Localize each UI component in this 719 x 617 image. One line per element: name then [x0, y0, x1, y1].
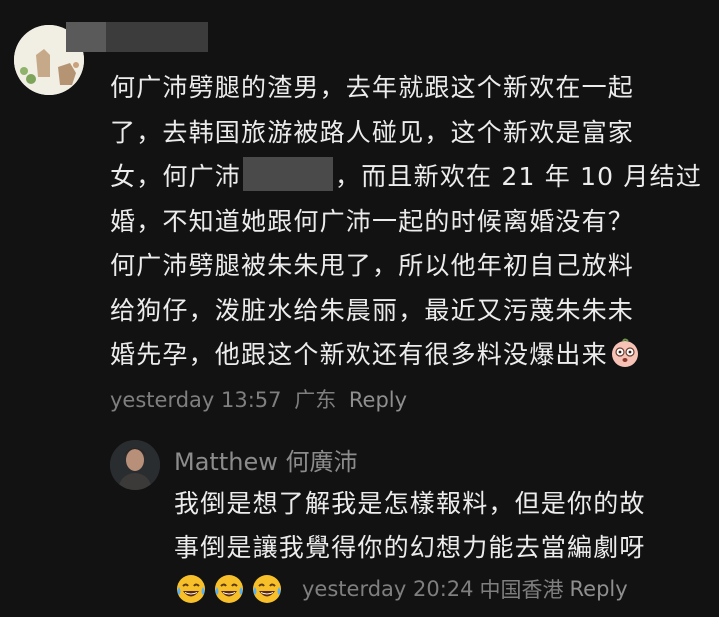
comment-line-part: 婚先孕，他跟这个新欢还有很多料没爆出来: [110, 340, 608, 369]
reply-button[interactable]: Reply: [349, 388, 407, 412]
reply-author-name[interactable]: Matthew 何廣沛: [174, 442, 357, 477]
comment-line: 了，去韩国旅游被路人碰见，这个新欢是富家: [110, 117, 635, 147]
comment-line: 何广沛劈腿的渣男，去年就跟这个新欢在一起: [110, 73, 635, 102]
tears-of-joy-icon: [177, 575, 205, 603]
shocked-face-icon: [611, 338, 638, 367]
reply-button[interactable]: Reply: [570, 577, 628, 601]
comment-location: 广东: [294, 388, 337, 412]
comment-line: 婚先孕，他跟这个新欢还有很多料没爆出来: [110, 333, 700, 378]
tears-of-joy-icon: [253, 575, 281, 603]
redacted-username: [66, 22, 208, 52]
comment-line-part: ，而且新欢在 21 年 10 月结过: [335, 162, 703, 191]
comment-line: 女，何广沛 ，而且新欢在 21 年 10 月结过: [110, 155, 703, 200]
comment-line-part: 女，何广沛: [110, 162, 242, 191]
comment-line: 婚，不知道她跟何广沛一起的时候离婚没有？: [110, 206, 635, 236]
reply-body: 我倒是想了解我是怎樣報料，但是你的故 事倒是讓我覺得你的幻想力能去當編劇呀: [174, 482, 704, 570]
person-photo-icon: [110, 440, 160, 490]
reply-line: 我倒是想了解我是怎樣報料，但是你的故: [174, 489, 646, 518]
reply-location: 中国香港: [479, 578, 564, 602]
comment-line: 何广沛劈腿被朱朱甩了，所以他年初自己放料: [110, 251, 635, 280]
tears-of-joy-icon: [215, 575, 243, 603]
comment-meta: yesterday 13:57 广东 Reply: [110, 384, 413, 414]
comment-time: yesterday 13:57: [110, 388, 282, 412]
redacted-text-block: [243, 157, 334, 191]
reply-line: 事倒是讓我覺得你的幻想力能去當編劇呀: [174, 533, 646, 562]
comment-body: 何广沛劈腿的渣男，去年就跟这个新欢在一起 了，去韩国旅游被路人碰见，这个新欢是富…: [110, 66, 703, 378]
reply-author-avatar[interactable]: [110, 440, 160, 490]
comment-line: 给狗仔，泼脏水给朱晨丽，最近又污蔑朱朱未: [110, 295, 635, 325]
reply-time: yesterday 20:24: [302, 577, 474, 601]
reply-meta: yesterday 20:24 中国香港 Reply: [174, 572, 628, 606]
